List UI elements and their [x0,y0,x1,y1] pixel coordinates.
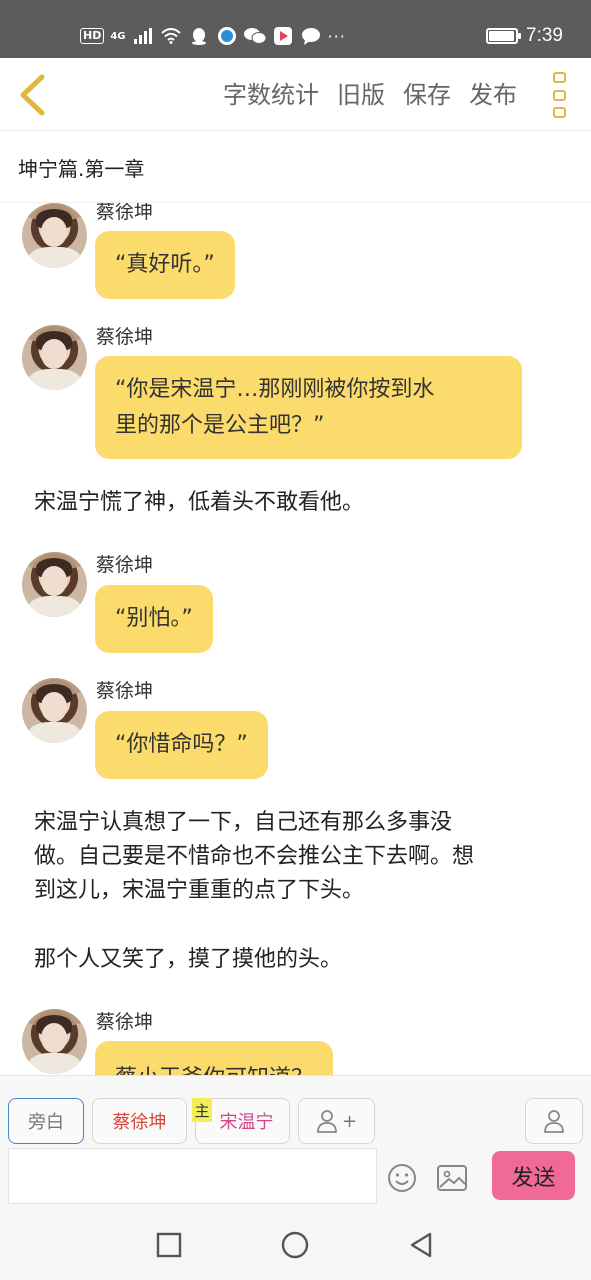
send-button[interactable]: 发送 [492,1151,575,1200]
square-icon [156,1232,182,1258]
battery-fill [489,31,515,41]
dialog-bubble[interactable]: “别怕。” [95,585,213,653]
top-toolbar: 字数统计 旧版 保存 发布 [0,58,591,131]
avatar[interactable] [22,678,87,743]
narration-line: 做。自己要是不惜命也不会推公主下去啊。想 [34,844,475,869]
message-icon [300,25,322,47]
dialog-text: “你惜命吗？” [115,732,248,757]
chapter-title: 坤宁篇.第一章 [18,157,145,181]
narration-text: 宋温宁认真想了一下，自己还有那么多事没 做。自己要是不惜命也不会推公主下去啊。想… [34,806,564,908]
person-icon [544,1110,564,1133]
clock: 7:39 [526,25,563,46]
more-notifications-icon: ··· [327,26,346,46]
emoji-icon [388,1164,416,1192]
wechat-icon [243,25,266,47]
browser-app-icon [216,25,238,47]
dialog-text: 蔡小王爷你可知道？ [115,1061,313,1075]
message-input[interactable] [8,1148,377,1204]
emoji-button[interactable] [386,1162,418,1194]
person-icon [317,1110,337,1133]
speaker-name: 蔡徐坤 [96,1011,154,1033]
role-song-label: 宋温宁 [219,1112,274,1133]
role-cai-button[interactable]: 蔡徐坤 [92,1098,187,1144]
old-version-button[interactable]: 旧版 [337,78,385,112]
wifi-icon [160,25,182,47]
status-icons-right: 7:39 [486,24,563,48]
system-nav-bar [0,1210,591,1280]
home-button[interactable] [280,1230,310,1260]
role-narrator-button[interactable]: 旁白 [8,1098,84,1144]
dialog-text: “真好听。” [115,252,215,277]
word-count-button[interactable]: 字数统计 [223,78,319,112]
status-bar: HD 4G ··· 7:39 [0,0,591,58]
more-menu-icon [552,72,566,83]
chapter-title-bar[interactable]: 坤宁篇.第一章 [0,131,591,203]
avatar[interactable] [22,1009,87,1074]
save-button[interactable]: 保存 [403,78,451,112]
image-icon [437,1165,467,1191]
avatar[interactable] [22,325,87,390]
more-menu-icon [552,107,566,118]
speaker-name: 蔡徐坤 [96,326,154,348]
battery-icon [486,28,522,44]
status-icons-left: HD 4G ··· [80,24,346,48]
more-menu-button[interactable] [547,72,571,118]
avatar[interactable] [22,203,87,268]
video-app-icon [272,25,294,47]
dialog-bubble[interactable]: “你惜命吗？” [95,711,268,779]
back-button[interactable] [12,72,52,118]
signal-label: 4G [110,30,126,42]
signal-icon [132,25,154,47]
qq-icon [188,25,210,47]
story-content[interactable]: 蔡徐坤 “真好听。” 蔡徐坤 “你是宋温宁…那刚刚被你按到水 里的那个是公主吧？… [0,203,591,1075]
back-nav-button[interactable] [406,1230,436,1260]
dialog-bubble[interactable]: 蔡小王爷你可知道？ [95,1041,334,1075]
narration-line: 宋温宁认真想了一下，自己还有那么多事没 [34,810,453,835]
speaker-name: 蔡徐坤 [96,203,154,223]
add-icon: + [341,1110,358,1132]
speaker-name: 蔡徐坤 [96,680,154,702]
composer-panel: 旁白 蔡徐坤 宋温宁 主 + 发送 [0,1075,591,1210]
speaker-name: 蔡徐坤 [96,554,154,576]
dialog-bubble[interactable]: “你是宋温宁…那刚刚被你按到水 里的那个是公主吧？” [95,356,522,459]
add-role-button[interactable]: + [298,1098,375,1144]
narration-text: 那个人又笑了，摸了摸他的头。 [34,947,343,972]
back-chevron-icon [20,74,45,116]
dialog-text: 里的那个是公主吧？” [115,412,325,438]
avatar[interactable] [22,552,87,617]
circle-icon [281,1231,309,1259]
more-menu-icon [552,89,566,101]
dialog-text: “你是宋温宁…那刚刚被你按到水 [115,376,435,402]
main-role-tag: 主 [192,1098,212,1122]
profile-button[interactable] [525,1098,583,1144]
publish-button[interactable]: 发布 [469,78,517,112]
dialog-text: “别怕。” [115,606,193,631]
narration-text: 宋温宁慌了神，低着头不敢看他。 [34,490,365,515]
image-button[interactable] [435,1162,469,1194]
narration-line: 到这儿，宋温宁重重的点了下头。 [34,878,365,903]
dialog-bubble[interactable]: “真好听。” [95,231,235,299]
triangle-back-icon [410,1232,432,1258]
hd-badge: HD [80,28,105,44]
recents-button[interactable] [154,1230,184,1260]
toolbar-actions: 字数统计 旧版 保存 发布 [223,78,517,112]
